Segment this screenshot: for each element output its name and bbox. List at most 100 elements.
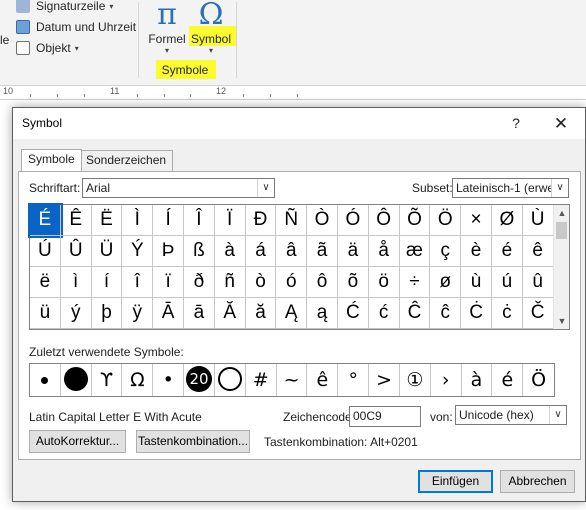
symbol-cell[interactable]: ą	[307, 298, 338, 329]
recent-symbol-cell[interactable]: 20	[184, 364, 215, 396]
symbol-cell[interactable]: ñ	[214, 267, 246, 298]
symbol-cell[interactable]: Þ	[153, 236, 184, 267]
symbol-cell[interactable]: ü	[30, 298, 61, 329]
symbol-cell[interactable]: õ	[337, 267, 369, 298]
symbol-cell[interactable]: ß	[183, 236, 215, 267]
symbol-cell[interactable]: ć	[368, 298, 400, 329]
autocorrect-button[interactable]: AutoKorrektur...	[29, 430, 126, 453]
symbol-cell[interactable]: Ô	[368, 205, 400, 236]
char-code-input[interactable]: 00C9	[349, 406, 421, 427]
insert-button[interactable]: Einfügen	[418, 470, 493, 493]
subset-select[interactable]: Lateinisch-1 (erweit ∨	[452, 178, 569, 198]
symbol-cell[interactable]: Ċ	[461, 298, 492, 329]
recent-symbol-cell[interactable]: •	[153, 364, 185, 396]
recent-symbol-cell[interactable]: ~	[277, 364, 308, 396]
symbol-cell[interactable]: Č	[522, 298, 554, 329]
symbol-cell[interactable]: è	[461, 236, 492, 267]
symbol-cell[interactable]: ù	[461, 267, 492, 298]
recent-symbol-cell[interactable]	[215, 364, 246, 396]
symbol-cell[interactable]: Ĉ	[399, 298, 431, 329]
symbol-cell[interactable]: Ø	[491, 205, 523, 236]
symbol-cell[interactable]: ì	[60, 267, 92, 298]
symbol-cell[interactable]: Ì	[122, 205, 154, 236]
symbol-cell[interactable]: Ï	[214, 205, 246, 236]
scroll-down-icon[interactable]: ▼	[554, 313, 570, 329]
symbol-cell[interactable]: Ú	[30, 236, 61, 267]
symbol-cell[interactable]: Ć	[337, 298, 369, 329]
recent-symbol-cell[interactable]: >	[369, 364, 400, 396]
formel-button[interactable]: π Formel ▾	[145, 0, 189, 55]
symbol-cell[interactable]: à	[214, 236, 246, 267]
symbol-cell[interactable]: ò	[245, 267, 277, 298]
from-select[interactable]: Unicode (hex) ∨	[455, 405, 567, 425]
symbol-cell[interactable]: þ	[91, 298, 123, 329]
symbol-cell[interactable]: ý	[60, 298, 92, 329]
symbol-cell[interactable]: ÷	[399, 267, 431, 298]
symbol-cell[interactable]: ë	[30, 267, 61, 298]
symbol-cell[interactable]: Í	[153, 205, 184, 236]
shortcut-button[interactable]: Tastenkombination...	[136, 430, 250, 453]
symbol-cell[interactable]: Ò	[307, 205, 338, 236]
scroll-thumb[interactable]	[556, 222, 567, 239]
symbol-cell[interactable]: Ā	[153, 298, 184, 329]
symbol-cell[interactable]: ó	[276, 267, 308, 298]
symbol-cell[interactable]: î	[122, 267, 154, 298]
recent-symbol-cell[interactable]: ϒ	[92, 364, 123, 396]
symbol-cell[interactable]: Î	[183, 205, 215, 236]
symbol-cell[interactable]: ï	[153, 267, 184, 298]
symbol-cell[interactable]: ā	[183, 298, 215, 329]
symbol-cell[interactable]: Ą	[276, 298, 308, 329]
object-button[interactable]: Objekt ▾	[16, 38, 79, 58]
symbol-cell[interactable]: Ê	[60, 205, 92, 236]
symbol-cell[interactable]: ø	[430, 267, 462, 298]
symbol-cell[interactable]: å	[368, 236, 400, 267]
symbol-cell[interactable]: ç	[430, 236, 462, 267]
chevron-down-icon[interactable]: ∨	[551, 179, 568, 197]
recent-symbol-cell[interactable]	[30, 364, 61, 396]
date-time-button[interactable]: Datum und Uhrzeit	[16, 17, 136, 37]
signature-line-button[interactable]: Signaturzeile ▾	[16, 0, 113, 16]
symbol-cell[interactable]: ã	[307, 236, 338, 267]
recent-symbol-cell[interactable]	[61, 364, 92, 396]
recent-symbol-cell[interactable]: à	[462, 364, 493, 396]
symbol-cell[interactable]: í	[91, 267, 123, 298]
symbol-cell[interactable]: ÿ	[122, 298, 154, 329]
symbol-cell[interactable]: Ñ	[276, 205, 308, 236]
symbol-cell[interactable]: ð	[183, 267, 215, 298]
symbol-cell[interactable]: ö	[368, 267, 400, 298]
recent-symbol-cell[interactable]: ›	[431, 364, 462, 396]
symbol-cell[interactable]: Đ	[245, 205, 277, 236]
symbol-cell[interactable]: Ë	[91, 205, 123, 236]
symbol-cell[interactable]: Û	[60, 236, 92, 267]
recent-symbol-cell[interactable]: °	[338, 364, 370, 396]
cancel-button[interactable]: Abbrechen	[500, 470, 575, 493]
symbol-cell[interactable]: Ý	[122, 236, 154, 267]
symbol-cell[interactable]: Ă	[214, 298, 246, 329]
symbol-cell[interactable]: Õ	[399, 205, 431, 236]
recent-symbol-cell[interactable]: ①	[400, 364, 431, 396]
symbol-grid-scrollbar[interactable]: ▲ ▼	[553, 205, 569, 329]
symbol-cell[interactable]: ú	[491, 267, 523, 298]
recent-symbol-cell[interactable]: é	[492, 364, 524, 396]
symbol-cell[interactable]: é	[491, 236, 523, 267]
recent-symbol-cell[interactable]: ê	[307, 364, 339, 396]
symbol-cell[interactable]: ê	[522, 236, 554, 267]
symbol-cell[interactable]: ĉ	[430, 298, 462, 329]
symbol-cell[interactable]: Ù	[522, 205, 554, 236]
symbol-cell[interactable]: Ó	[337, 205, 369, 236]
symbol-cell[interactable]: Ö	[430, 205, 462, 236]
recent-symbol-cell[interactable]: #	[246, 364, 277, 396]
symbol-cell[interactable]: â	[276, 236, 308, 267]
symbol-cell[interactable]: É	[28, 203, 63, 238]
symbol-cell[interactable]: ċ	[491, 298, 523, 329]
symbol-cell[interactable]: ô	[307, 267, 338, 298]
symbol-cell[interactable]: û	[522, 267, 554, 298]
symbol-cell[interactable]: Ü	[91, 236, 123, 267]
scroll-up-icon[interactable]: ▲	[554, 205, 570, 221]
tab-symbole[interactable]: Symbole	[21, 149, 82, 171]
dialog-titlebar[interactable]: Symbol ? ✕	[13, 108, 585, 139]
chevron-down-icon[interactable]: ∨	[549, 406, 566, 424]
chevron-down-icon[interactable]: ∨	[257, 179, 274, 197]
recent-symbol-cell[interactable]: Ω	[122, 364, 154, 396]
tab-sonderzeichen[interactable]: Sonderzeichen	[79, 150, 174, 171]
